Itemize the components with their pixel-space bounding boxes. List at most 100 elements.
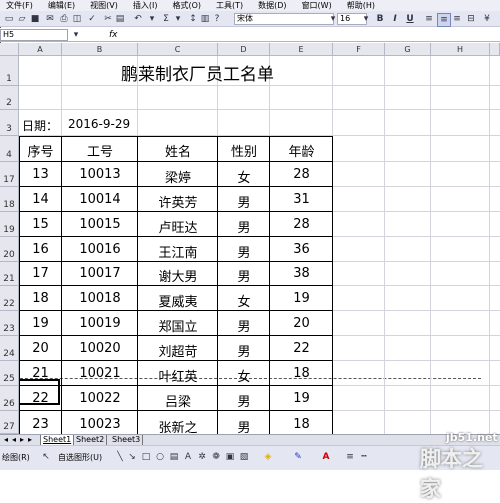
- column-header-g[interactable]: G: [385, 43, 431, 56]
- new-file-icon[interactable]: ▭: [3, 13, 15, 25]
- picture-icon[interactable]: ▣: [224, 451, 236, 463]
- cut-icon[interactable]: ✂: [102, 13, 114, 25]
- merge-center-icon[interactable]: ⊟: [465, 13, 477, 25]
- menu-item[interactable]: 帮助(H): [347, 1, 375, 10]
- line-style-icon[interactable]: ≡: [344, 451, 356, 463]
- help-icon[interactable]: ?: [211, 13, 223, 25]
- row-header[interactable]: 1: [0, 56, 19, 86]
- row-header[interactable]: 4: [0, 136, 19, 162]
- undo-icon[interactable]: ↶: [132, 13, 144, 25]
- column-header-e[interactable]: E: [270, 43, 333, 56]
- formula-input[interactable]: [125, 28, 500, 42]
- open-folder-icon[interactable]: ▱: [16, 13, 28, 25]
- chevron-down-icon[interactable]: ▾: [360, 13, 372, 25]
- menu-item[interactable]: 视图(V): [90, 1, 118, 10]
- rectangle-icon[interactable]: □: [140, 451, 152, 463]
- align-center-icon[interactable]: ≡: [437, 13, 451, 27]
- line-icon[interactable]: ╲: [114, 451, 126, 463]
- row-header[interactable]: 3: [0, 110, 19, 136]
- first-sheet-icon[interactable]: ◂: [2, 435, 10, 445]
- paste-icon[interactable]: ▤: [114, 13, 126, 25]
- italic-button[interactable]: I: [389, 13, 401, 25]
- next-sheet-icon[interactable]: ▸: [18, 435, 26, 445]
- bold-button[interactable]: B: [374, 13, 386, 25]
- chart-wizard-icon[interactable]: ▥: [199, 13, 211, 25]
- menu-item[interactable]: 格式(O): [172, 1, 201, 10]
- clipart-icon[interactable]: ❁: [210, 451, 222, 463]
- worksheet-grid[interactable]: A B C D E F G H 1 2 3 4 17 18 19 20 21 22 23 24 25 26 27 鹏莱制衣厂员…: [0, 0, 500, 438]
- sheet-title: 鹏莱制衣厂员工名单: [121, 65, 274, 85]
- row-header[interactable]: 18: [0, 187, 19, 212]
- name-box[interactable]: H5: [0, 29, 68, 41]
- fill-color-icon[interactable]: ◈: [262, 451, 274, 463]
- menu-item[interactable]: 工具(T): [216, 1, 243, 10]
- menu-item[interactable]: 数据(D): [258, 1, 286, 10]
- chevron-down-icon[interactable]: ▾: [70, 29, 82, 41]
- table-cell: 18: [293, 365, 310, 381]
- date-value: 2016-9-29: [68, 117, 131, 131]
- prev-sheet-icon[interactable]: ◂: [10, 435, 18, 445]
- table-border-horizontal: [19, 186, 333, 187]
- font-color-icon[interactable]: A: [320, 451, 332, 463]
- currency-icon[interactable]: ¥: [481, 13, 493, 25]
- table-cell: 23: [32, 416, 49, 432]
- autoshapes-menu-button[interactable]: 自选图形(U): [58, 452, 102, 463]
- column-header-a[interactable]: A: [19, 43, 62, 56]
- font-name-select[interactable]: 宋体: [234, 13, 334, 25]
- align-right-icon[interactable]: ≡: [451, 13, 463, 25]
- row-header[interactable]: 25: [0, 361, 19, 386]
- row-header[interactable]: 22: [0, 286, 19, 311]
- line-color-icon[interactable]: ✎: [292, 451, 304, 463]
- menu-item[interactable]: 窗口(W): [302, 1, 332, 10]
- menu-item[interactable]: 编辑(E): [48, 1, 75, 10]
- table-cell: 38: [293, 266, 310, 281]
- print-icon[interactable]: ⎙: [58, 13, 70, 25]
- textbox-icon[interactable]: ▤: [168, 451, 180, 463]
- dash-style-icon[interactable]: ┅: [358, 451, 370, 463]
- table-cell: 13: [32, 166, 49, 182]
- column-header-h[interactable]: H: [431, 43, 490, 56]
- select-all-corner[interactable]: [0, 43, 19, 56]
- row-header[interactable]: 19: [0, 212, 19, 237]
- dropdown-icon[interactable]: ▾: [172, 13, 184, 25]
- diagram-icon[interactable]: ✲: [196, 451, 208, 463]
- row-header[interactable]: 27: [0, 411, 19, 434]
- row-header[interactable]: 21: [0, 262, 19, 286]
- save-icon[interactable]: ■: [29, 13, 41, 25]
- draw-menu-button[interactable]: 绘图(R): [2, 452, 30, 463]
- sort-ascending-icon[interactable]: ↕: [187, 13, 199, 25]
- table-cell: 谢大男: [158, 270, 198, 285]
- dropdown-icon[interactable]: ▾: [146, 13, 158, 25]
- wordart-icon[interactable]: A: [182, 451, 194, 463]
- column-heading: 性别: [230, 145, 257, 160]
- row-header[interactable]: 20: [0, 237, 19, 262]
- menu-item[interactable]: 插入(I): [133, 1, 158, 10]
- select-objects-icon[interactable]: ↖: [40, 451, 52, 463]
- column-header-b[interactable]: B: [62, 43, 138, 56]
- row-header[interactable]: 26: [0, 386, 19, 411]
- image-icon[interactable]: ▧: [238, 451, 250, 463]
- table-border-horizontal: [19, 410, 333, 411]
- print-preview-icon[interactable]: ◫: [71, 13, 83, 25]
- oval-icon[interactable]: ○: [154, 451, 166, 463]
- tab-sheet2[interactable]: Sheet2: [74, 435, 108, 445]
- column-header-c[interactable]: C: [138, 43, 218, 56]
- table-cell: 10016: [79, 241, 121, 257]
- table-border-vertical: [332, 136, 333, 434]
- email-icon[interactable]: ✉: [44, 13, 56, 25]
- align-left-icon[interactable]: ≡: [423, 13, 435, 25]
- spellcheck-icon[interactable]: ✓: [86, 13, 98, 25]
- row-header[interactable]: 23: [0, 311, 19, 336]
- underline-button[interactable]: U: [404, 13, 416, 25]
- row-header[interactable]: 2: [0, 86, 19, 110]
- arrow-icon[interactable]: ↘: [126, 451, 138, 463]
- last-sheet-icon[interactable]: ▸: [26, 435, 34, 445]
- autosum-button[interactable]: Σ: [160, 13, 172, 25]
- menu-item[interactable]: 文件(F): [6, 1, 33, 10]
- column-header-d[interactable]: D: [218, 43, 270, 56]
- tab-sheet3[interactable]: Sheet3: [110, 435, 144, 445]
- column-header-f[interactable]: F: [333, 43, 385, 56]
- table-cell: 男: [237, 420, 251, 436]
- row-header[interactable]: 17: [0, 162, 19, 187]
- row-header[interactable]: 24: [0, 336, 19, 361]
